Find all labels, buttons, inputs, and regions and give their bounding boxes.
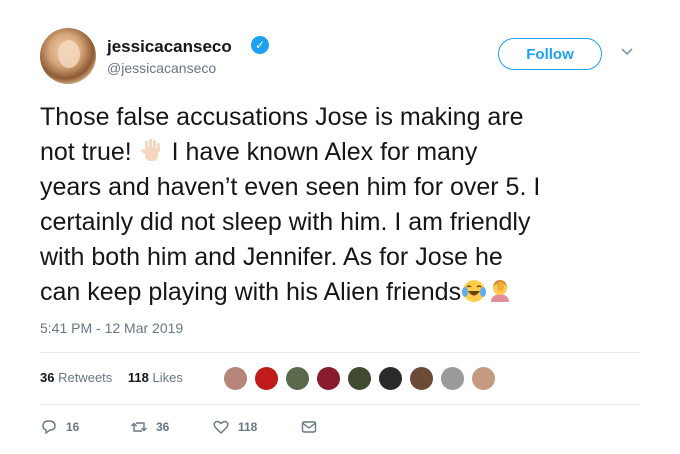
verified-badge-icon: ✓ bbox=[251, 36, 269, 54]
tweet-text-part: can keep playing with his Alien friends bbox=[40, 278, 462, 306]
liker-avatar[interactable] bbox=[470, 365, 497, 392]
follow-button[interactable]: Follow bbox=[498, 38, 602, 70]
retweets-stat[interactable]: 36 Retweets bbox=[40, 370, 112, 385]
reply-icon bbox=[42, 420, 56, 435]
tweet-line: can keep playing with his Alien friends bbox=[40, 275, 660, 310]
tweet-line: certainly did not sleep with him. I am f… bbox=[40, 208, 531, 236]
tweet-line: not true! I have known Alex for many bbox=[40, 135, 660, 170]
engagement-stats: 36 Retweets 118 Likes bbox=[40, 370, 195, 385]
facepalm-icon bbox=[491, 280, 510, 302]
envelope-icon bbox=[301, 421, 317, 433]
heart-icon bbox=[213, 420, 229, 434]
liker-avatar[interactable] bbox=[284, 365, 311, 392]
tweet-text: Those false accusations Jose is making a… bbox=[40, 100, 660, 310]
retweet-icon bbox=[131, 422, 147, 432]
chevron-down-icon[interactable] bbox=[620, 45, 634, 59]
like-button[interactable]: 118 bbox=[212, 418, 257, 436]
direct-message-button[interactable] bbox=[300, 418, 318, 436]
reply-count: 16 bbox=[66, 420, 80, 434]
tweet-timestamp[interactable]: 5:41 PM - 12 Mar 2019 bbox=[40, 320, 183, 336]
likes-label: Likes bbox=[152, 370, 183, 385]
divider bbox=[40, 404, 640, 405]
tweet-line: years and haven’t even seen him for over… bbox=[40, 173, 541, 201]
liker-avatar[interactable] bbox=[346, 365, 373, 392]
avatar[interactable] bbox=[40, 28, 96, 84]
raised-hand-icon bbox=[140, 139, 160, 161]
retweet-button[interactable]: 36 bbox=[130, 418, 169, 436]
liker-avatar[interactable] bbox=[408, 365, 435, 392]
retweets-label: Retweets bbox=[58, 370, 113, 385]
retweets-count: 36 bbox=[40, 370, 55, 385]
user-handle[interactable]: @jessicacanseco bbox=[107, 60, 216, 76]
tweet-text-part: not true! bbox=[40, 138, 139, 166]
retweet-count: 36 bbox=[156, 420, 170, 434]
tweet-text-part: I have known Alex for many bbox=[164, 138, 478, 166]
like-count: 118 bbox=[238, 420, 258, 434]
tweet-card: jessicacanseco ✓ @jessicacanseco Follow … bbox=[0, 0, 680, 454]
display-name[interactable]: jessicacanseco bbox=[107, 37, 232, 57]
divider bbox=[40, 352, 640, 353]
tweet-line: with both him and Jennifer. As for Jose … bbox=[40, 243, 503, 271]
liker-avatar[interactable] bbox=[439, 365, 466, 392]
reply-button[interactable]: 16 bbox=[40, 418, 79, 436]
likes-count: 118 bbox=[127, 370, 149, 385]
laughing-tears-icon bbox=[462, 280, 487, 302]
liker-avatar[interactable] bbox=[253, 365, 280, 392]
liker-avatar[interactable] bbox=[222, 365, 249, 392]
tweet-line: Those false accusations Jose is making a… bbox=[40, 103, 524, 131]
liker-avatar[interactable] bbox=[377, 365, 404, 392]
liker-avatar[interactable] bbox=[315, 365, 342, 392]
likes-stat[interactable]: 118 Likes bbox=[128, 370, 183, 385]
